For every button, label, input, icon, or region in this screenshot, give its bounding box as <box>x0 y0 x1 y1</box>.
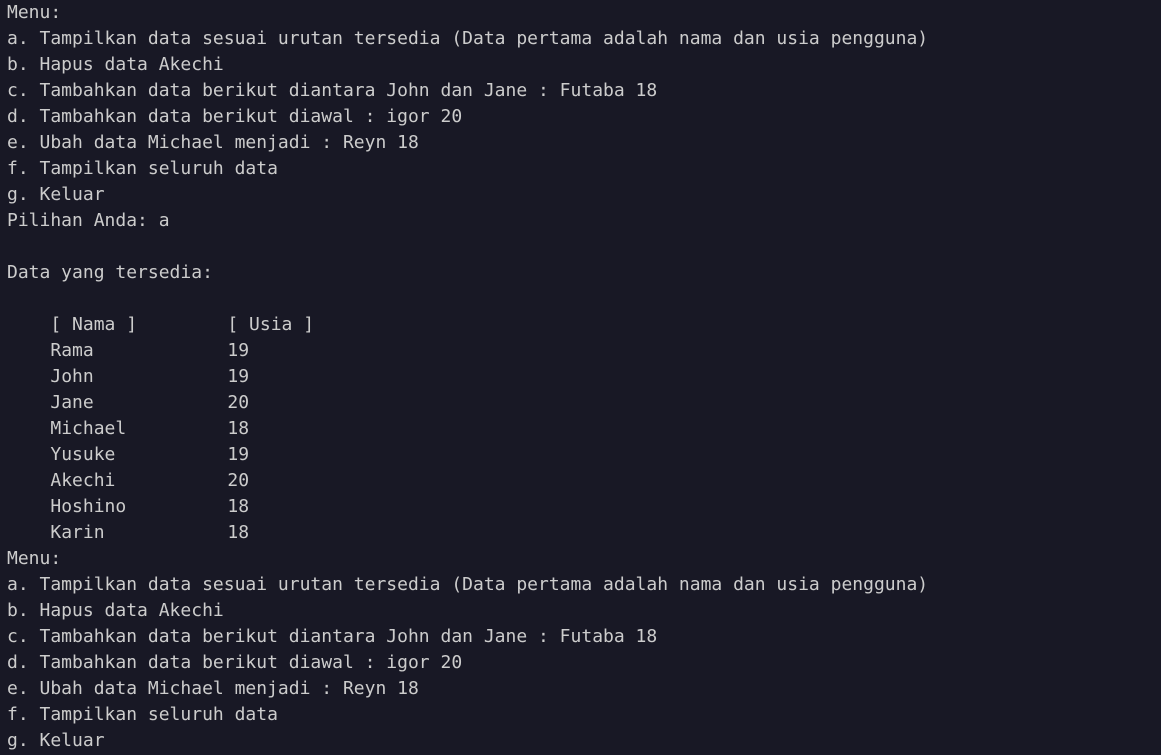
menu-item-e: e. Ubah data Michael menjadi : Reyn 18 <box>7 678 419 699</box>
table-row: Akechi 20 <box>7 442 1161 491</box>
table-row: Jane 20 <box>7 364 1161 413</box>
terminal-output[interactable]: Menu: a. Tampilkan data sesuai urutan te… <box>0 0 1161 755</box>
menu-item-b: b. Hapus data Akechi <box>7 54 224 75</box>
table-row: John 19 <box>7 338 1161 387</box>
menu-item-f: f. Tampilkan seluruh data <box>7 704 278 725</box>
menu-item-f: f. Tampilkan seluruh data <box>7 158 278 179</box>
data-heading: Data yang tersedia: <box>7 262 213 283</box>
menu-item-e: e. Ubah data Michael menjadi : Reyn 18 <box>7 132 419 153</box>
menu-item-c: c. Tambahkan data berikut diantara John … <box>7 80 658 101</box>
row-name: Karin <box>50 522 105 543</box>
table-row: Michael 18 <box>7 390 1161 439</box>
menu-item-g: g. Keluar <box>7 184 105 205</box>
table-header: [ Nama ][ Usia ] <box>7 286 1161 335</box>
menu-item-a: a. Tampilkan data sesuai urutan tersedia… <box>7 28 929 49</box>
table-row: Karin 18 <box>7 494 1161 543</box>
menu-item-g: g. Keluar <box>7 730 105 751</box>
menu-title: Menu: <box>7 2 62 23</box>
menu-item-d: d. Tambahkan data berikut diawal : igor … <box>7 652 463 673</box>
menu-item-d: d. Tambahkan data berikut diawal : igor … <box>7 106 463 127</box>
menu-title: Menu: <box>7 548 62 569</box>
table-row: Yusuke 19 <box>7 416 1161 465</box>
table-row: Hoshino 18 <box>7 468 1161 517</box>
choice-prompt: Pilihan Anda: a <box>7 210 170 231</box>
menu-item-c: c. Tambahkan data berikut diantara John … <box>7 626 658 647</box>
menu-item-a: a. Tampilkan data sesuai urutan tersedia… <box>7 574 929 595</box>
menu-item-b: b. Hapus data Akechi <box>7 600 224 621</box>
row-age: 18 <box>227 522 250 543</box>
table-row: Rama 19 <box>7 312 1161 361</box>
